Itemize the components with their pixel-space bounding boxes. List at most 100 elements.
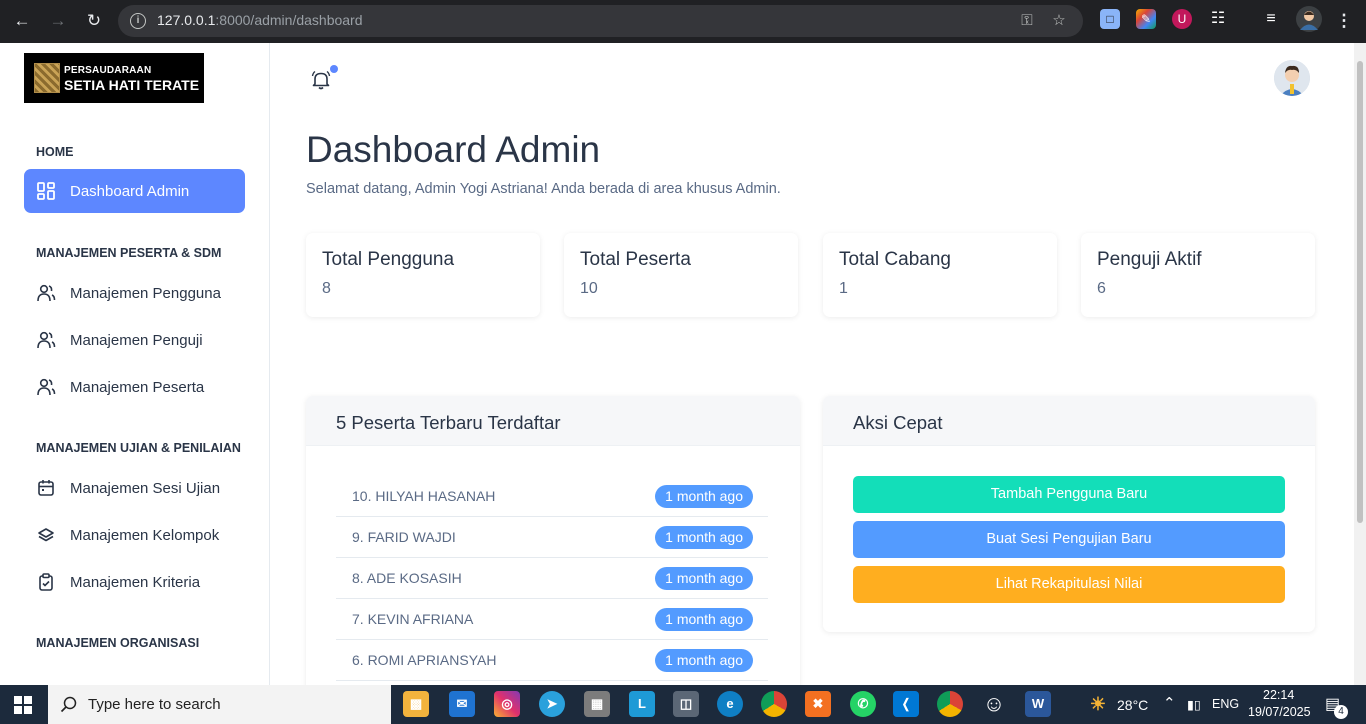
panel-title: 5 Peserta Terbaru Terdaftar	[336, 412, 561, 433]
clock-date[interactable]: 19/07/2025	[1248, 705, 1311, 719]
url-text[interactable]: 127.0.0.1:8000/admin/dashboard	[157, 12, 363, 28]
whatsapp-icon[interactable]: ✆	[850, 691, 876, 717]
layers-icon	[38, 528, 54, 542]
sidebar-item-label: Manajemen Sesi Ujian	[70, 480, 221, 497]
back-icon[interactable]: ←	[9, 8, 35, 34]
sidebar-item-manajemen-penguji[interactable]: Manajemen Penguji	[24, 318, 245, 362]
sidebar-item-manajemen-kelompok[interactable]: Manajemen Kelompok	[24, 513, 245, 557]
users-icon	[37, 284, 56, 302]
chrome-profile-icon[interactable]	[937, 691, 963, 717]
sidebar-item-label: Dashboard Admin	[70, 183, 190, 200]
time-badge: 1 month ago	[655, 608, 753, 631]
sidebar-item-label: Manajemen Peserta	[70, 379, 205, 396]
color-extension-icon[interactable]: ✎	[1136, 9, 1156, 29]
weather-icon[interactable]: ☀	[1085, 691, 1111, 717]
mail-icon[interactable]: ✉	[449, 691, 475, 717]
weather-temp[interactable]: 28°C	[1117, 697, 1148, 713]
extensions-puzzle-icon[interactable]: ☷	[1208, 9, 1228, 29]
participant-name: 9. FARID WAJDI	[352, 529, 456, 545]
page-subtitle: Selamat datang, Admin Yogi Astriana! And…	[306, 181, 781, 197]
browser-menu-icon[interactable]: ⋮	[1331, 8, 1357, 34]
taskbar: Type here to search ▩ ✉ ◎ ➤ ▦ L ◫ e ✖ ✆ …	[0, 685, 1366, 724]
media-control-icon[interactable]: ≡	[1261, 9, 1281, 29]
instagram-icon[interactable]: ◎	[494, 691, 520, 717]
clock-time[interactable]: 22:14	[1263, 688, 1294, 702]
notification-bell-icon[interactable]	[310, 69, 332, 91]
stat-label: Total Pengguna	[322, 249, 455, 270]
sidebar-item-manajemen-sesi-ujian[interactable]: Manajemen Sesi Ujian	[24, 466, 245, 510]
docs-extension-icon[interactable]: □	[1100, 9, 1120, 29]
bookmark-star-icon[interactable]: ☆	[1049, 11, 1069, 31]
main-content: Dashboard Admin Selamat datang, Admin Yo…	[270, 43, 1354, 685]
users-icon	[37, 331, 56, 349]
time-badge: 1 month ago	[655, 485, 753, 508]
view-recap-button[interactable]: Lihat Rekapitulasi Nilai	[853, 566, 1285, 603]
telegram-icon[interactable]: ➤	[539, 691, 565, 717]
sidebar-item-manajemen-kriteria[interactable]: Manajemen Kriteria	[24, 560, 245, 604]
stat-label: Total Peserta	[580, 249, 691, 270]
address-bar[interactable]: i 127.0.0.1:8000/admin/dashboard ⚿ ☆	[118, 5, 1083, 37]
reload-icon[interactable]: ↻	[81, 8, 107, 34]
panel-header: Aksi Cepat	[823, 396, 1315, 446]
participant-name: 8. ADE KOSASIH	[352, 570, 462, 586]
stat-card-total-peserta: Total Peserta 10	[564, 233, 798, 317]
key-icon[interactable]: ⚿	[1017, 11, 1037, 31]
stat-value: 8	[322, 280, 331, 297]
participant-name: 10. HILYAH HASANAH	[352, 488, 496, 504]
windows-start-icon[interactable]	[14, 696, 32, 714]
create-session-button[interactable]: Buat Sesi Pengujian Baru	[853, 521, 1285, 558]
sidebar-item-dashboard-admin[interactable]: Dashboard Admin	[24, 169, 245, 213]
users-icon	[37, 378, 56, 396]
list-item: 8. ADE KOSASIH 1 month ago	[336, 558, 768, 599]
url-path: :8000/admin/dashboard	[215, 12, 363, 28]
list-item: 7. KEVIN AFRIANA 1 month ago	[336, 599, 768, 640]
panel-header: 5 Peserta Terbaru Terdaftar	[306, 396, 800, 446]
section-title-peserta-sdm: MANAJEMEN PESERTA & SDM	[36, 246, 222, 260]
stat-label: Total Cabang	[839, 249, 951, 270]
scrollbar-thumb[interactable]	[1357, 61, 1363, 523]
browser-toolbar: ← → ↻ i 127.0.0.1:8000/admin/dashboard ⚿…	[0, 0, 1366, 43]
notification-count-badge: 4	[1334, 705, 1348, 719]
profile-avatar[interactable]	[1296, 6, 1322, 32]
quick-actions-panel: Aksi Cepat Tambah Pengguna Baru Buat Ses…	[823, 396, 1315, 632]
list-item: 9. FARID WAJDI 1 month ago	[336, 517, 768, 558]
notification-dot	[330, 65, 338, 73]
l-app-icon[interactable]: L	[629, 691, 655, 717]
app-logo[interactable]: PERSAUDARAAN SETIA HATI TERATE	[24, 53, 204, 103]
image-app-icon[interactable]: ▦	[584, 691, 610, 717]
section-title-organisasi: MANAJEMEN ORGANISASI	[36, 636, 200, 650]
network-app-icon[interactable]: ◫	[673, 691, 699, 717]
list-item: 6. ROMI APRIANSYAH 1 month ago	[336, 640, 768, 681]
add-user-button[interactable]: Tambah Pengguna Baru	[853, 476, 1285, 513]
edge-icon[interactable]: e	[717, 691, 743, 717]
time-badge: 1 month ago	[655, 567, 753, 590]
page-title: Dashboard Admin	[306, 129, 601, 170]
battery-icon[interactable]: ▮▯	[1187, 697, 1201, 712]
xampp-icon[interactable]: ✖	[805, 691, 831, 717]
tray-chevron-up-icon[interactable]: ⌃	[1163, 694, 1176, 712]
file-explorer-icon[interactable]: ▩	[403, 691, 429, 717]
participant-name: 7. KEVIN AFRIANA	[352, 611, 474, 627]
logo-line1: PERSAUDARAAN	[64, 65, 152, 76]
sidebar-item-manajemen-pengguna[interactable]: Manajemen Pengguna	[24, 271, 245, 315]
vscode-icon[interactable]: ❬	[893, 691, 919, 717]
time-badge: 1 month ago	[655, 526, 753, 549]
site-info-icon[interactable]: i	[130, 13, 146, 29]
page-scrollbar[interactable]	[1354, 43, 1366, 685]
participant-name: 6. ROMI APRIANSYAH	[352, 652, 497, 668]
search-icon	[60, 696, 77, 713]
calendar-icon	[38, 480, 54, 496]
ublock-icon[interactable]: U	[1172, 9, 1192, 29]
chrome-icon[interactable]	[761, 691, 787, 717]
recent-participants-panel: 5 Peserta Terbaru Terdaftar 10. HILYAH H…	[306, 396, 800, 685]
language-indicator[interactable]: ENG	[1212, 697, 1239, 711]
taskbar-search[interactable]: Type here to search	[48, 685, 391, 724]
stat-label: Penguji Aktif	[1097, 249, 1202, 270]
word-icon[interactable]: W	[1025, 691, 1051, 717]
section-title-home: HOME	[36, 145, 74, 159]
forward-icon[interactable]: →	[45, 8, 71, 34]
user-avatar[interactable]	[1274, 60, 1310, 96]
stat-card-penguji-aktif: Penguji Aktif 6	[1081, 233, 1315, 317]
sidebar-item-manajemen-peserta[interactable]: Manajemen Peserta	[24, 365, 245, 409]
emoji-app-icon[interactable]: ☺	[981, 691, 1007, 717]
